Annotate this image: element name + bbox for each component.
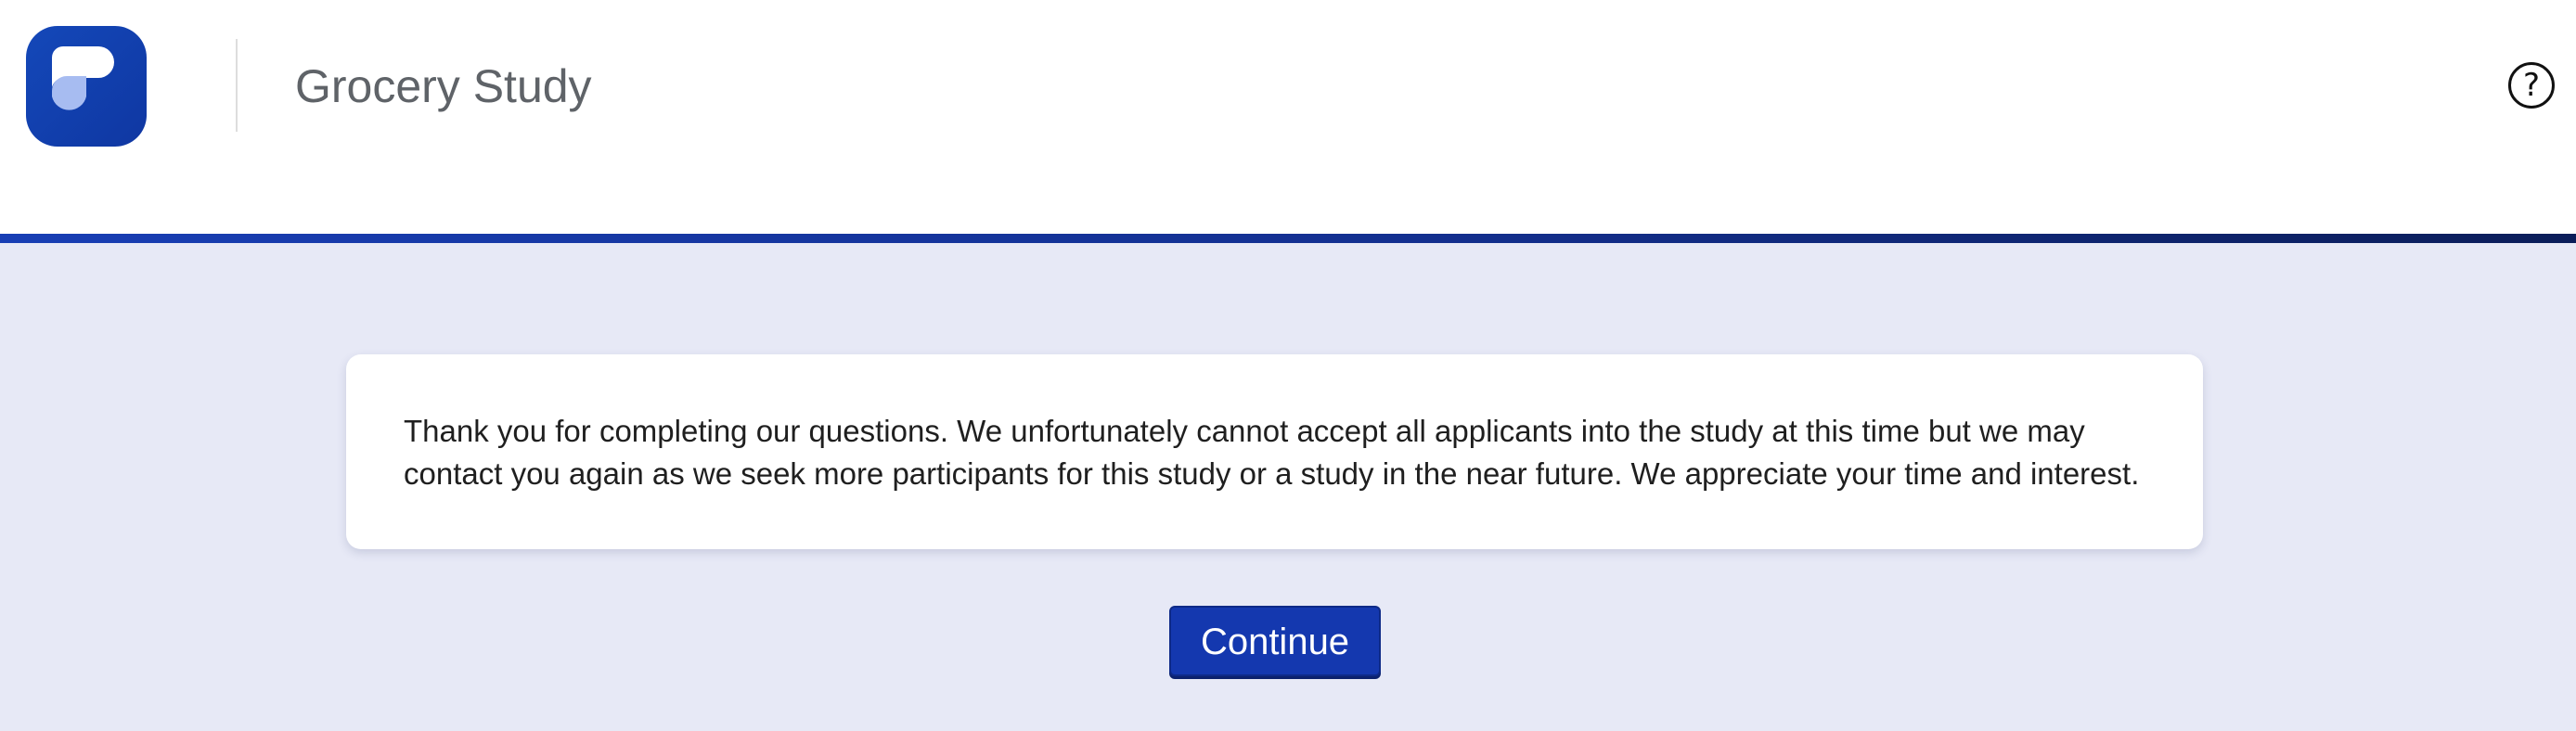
header-divider xyxy=(236,39,238,132)
completion-message: Thank you for completing our questions. … xyxy=(404,414,2140,491)
header-accent-bar xyxy=(0,234,2576,243)
prolific-logo-icon xyxy=(26,26,147,147)
main-content: Thank you for completing our questions. … xyxy=(0,243,2576,731)
help-circle-icon: ? xyxy=(2522,67,2541,104)
help-button[interactable]: ? xyxy=(2508,62,2555,109)
top-header: Grocery Study ? xyxy=(0,0,2576,234)
continue-button[interactable]: Continue xyxy=(1169,606,1381,676)
app-logo xyxy=(26,26,147,147)
message-card: Thank you for completing our questions. … xyxy=(346,354,2203,549)
page-title: Grocery Study xyxy=(295,60,592,112)
